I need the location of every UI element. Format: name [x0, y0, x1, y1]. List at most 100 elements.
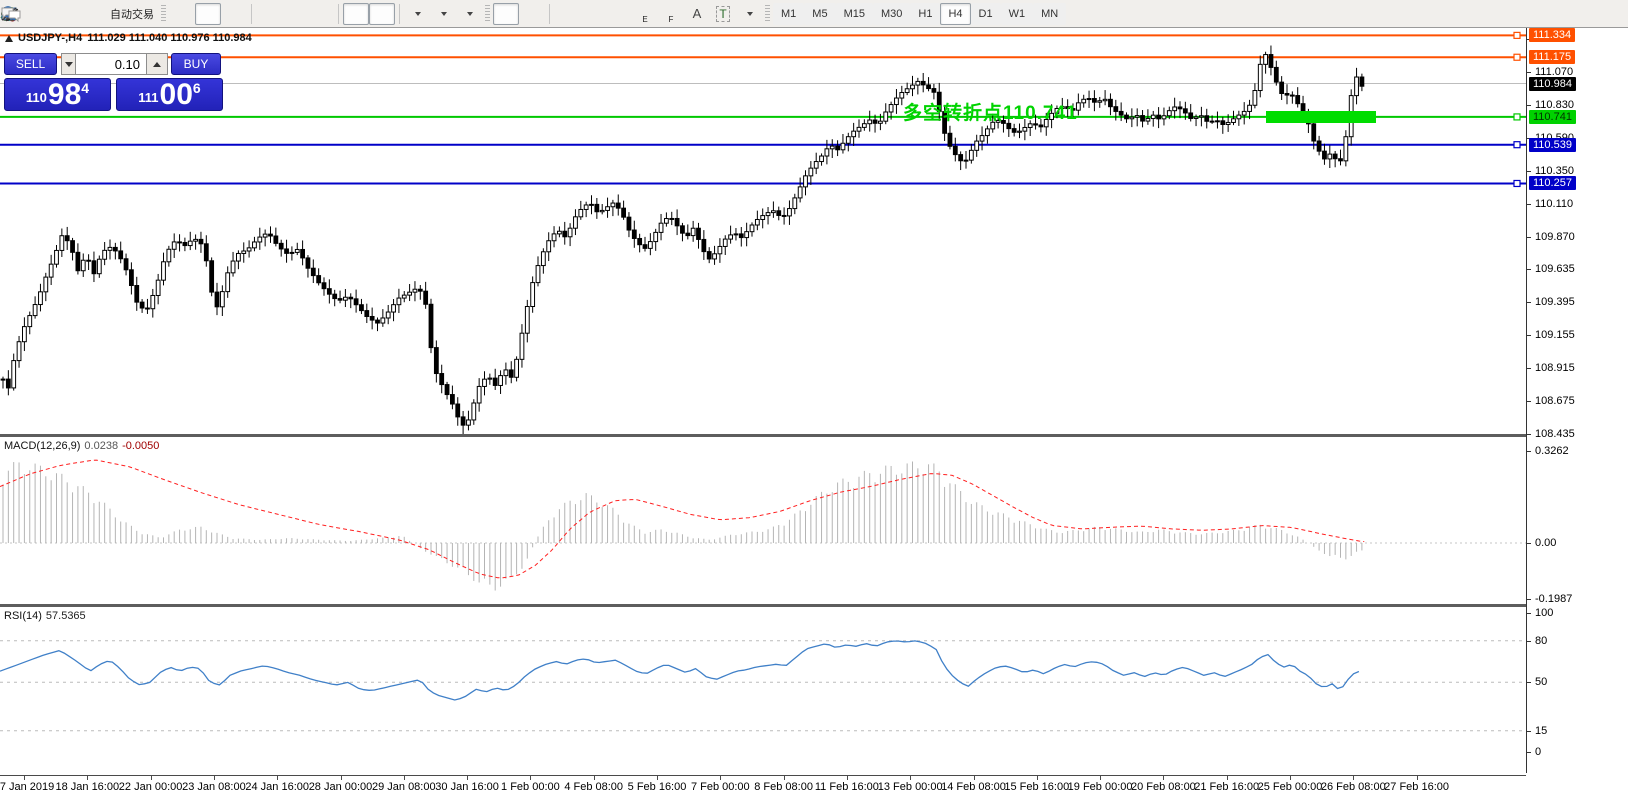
zoom-out-button[interactable] [282, 3, 308, 25]
pivot-annotation-text: 多空转折点110.741 [903, 98, 1078, 125]
timeframe-button-h1[interactable]: H1 [910, 3, 940, 25]
timeframe-button-m30[interactable]: M30 [873, 3, 910, 25]
time-tick-mark [341, 776, 342, 780]
buy-label: BUY [184, 57, 209, 71]
timeframe-button-d1[interactable]: D1 [971, 3, 1001, 25]
trendline-tool-button[interactable] [606, 3, 632, 25]
buy-price-pip: 6 [193, 80, 201, 96]
rsi-axis-label: 15 [1535, 725, 1547, 737]
market-watch-button[interactable] [28, 3, 54, 25]
horizontal-line-tool-button[interactable] [580, 3, 606, 25]
price-level-label: 110.539 [1529, 138, 1576, 152]
price-tick-label: 109.155 [1535, 329, 1575, 341]
toolbar-separator [338, 4, 339, 24]
toolbar-grip [485, 5, 490, 23]
volume-decrease-button[interactable] [61, 53, 76, 75]
macd-axis-label: 0.3262 [1535, 445, 1569, 457]
price-tick-label: 109.395 [1535, 296, 1575, 308]
chevron-down-icon [415, 12, 421, 16]
price-tick-label: 111.070 [1535, 66, 1573, 78]
vertical-line-tool-button[interactable] [554, 3, 580, 25]
symbol-timeframe-label: USDJPY-,H4 [18, 32, 82, 44]
timeframe-group: M1M5M15M30H1H4D1W1MN [773, 3, 1066, 25]
time-tick-mark [277, 776, 278, 780]
timeframe-button-h4[interactable]: H4 [940, 3, 970, 25]
panel-separator[interactable] [0, 604, 1526, 607]
text-label-tool-button[interactable]: T [710, 3, 736, 25]
time-tick-mark [784, 776, 785, 780]
time-tick-mark [910, 776, 911, 780]
time-axis-label: 22 Jan 00:00 [119, 781, 183, 793]
chat-bubbles-icon [0, 5, 22, 22]
search-button[interactable] [1570, 3, 1596, 25]
zoom-in-button[interactable] [256, 3, 282, 25]
price-tick-mark [1527, 335, 1531, 336]
rsi-value: 57.5365 [46, 610, 86, 622]
price-tick-label: 110.110 [1535, 198, 1573, 210]
text-tool-icon: A [693, 6, 702, 21]
price-tick-label: 108.915 [1535, 362, 1575, 374]
chart-shift-button[interactable] [369, 3, 395, 25]
time-tick-mark [1163, 776, 1164, 780]
signals-button[interactable] [80, 3, 106, 25]
text-tool-button[interactable]: A [684, 3, 710, 25]
chart-area[interactable]: USDJPY-,H4 111.029 111.040 110.976 110.9… [0, 28, 1526, 773]
time-tick-mark [151, 776, 152, 780]
timeframe-button-m5[interactable]: M5 [804, 3, 835, 25]
buy-price-display[interactable]: 111 00 6 [116, 78, 223, 111]
rsi-axis-label: 100 [1535, 607, 1553, 619]
rsi-tick-mark [1527, 752, 1531, 753]
auto-scroll-button[interactable] [343, 3, 369, 25]
channel-tool-button[interactable]: E [632, 3, 658, 25]
templates-button[interactable] [456, 3, 482, 25]
timeframe-button-m15[interactable]: M15 [836, 3, 873, 25]
green-zone-rectangle[interactable] [1266, 111, 1376, 123]
price-tick-mark [1527, 368, 1531, 369]
bar-chart-button[interactable] [169, 3, 195, 25]
toolbar-grip [765, 5, 770, 23]
volume-input[interactable] [76, 53, 146, 75]
time-axis-label: 24 Jan 16:00 [245, 781, 309, 793]
chat-button[interactable] [1596, 3, 1622, 25]
timeframe-button-mn[interactable]: MN [1033, 3, 1066, 25]
autotrade-button[interactable]: 自动交易 [106, 3, 158, 25]
tile-windows-button[interactable] [308, 3, 334, 25]
macd-axis-label: 0.00 [1535, 537, 1556, 549]
timeframe-button-m1[interactable]: M1 [773, 3, 804, 25]
sell-button[interactable]: SELL [4, 53, 57, 75]
macd-tick-mark [1527, 599, 1531, 600]
toolbar-separator [251, 4, 252, 24]
fibonacci-tool-button[interactable]: F [658, 3, 684, 25]
indicators-button[interactable] [404, 3, 430, 25]
time-tick-mark [1227, 776, 1228, 780]
time-axis-label: 28 Jan 00:00 [309, 781, 373, 793]
candlestick-chart-button[interactable] [195, 3, 221, 25]
time-axis[interactable]: 17 Jan 201918 Jan 16:0022 Jan 00:0023 Ja… [0, 775, 1526, 802]
terminal-button[interactable] [54, 3, 80, 25]
crosshair-tool-button[interactable] [519, 3, 545, 25]
line-chart-button[interactable] [221, 3, 247, 25]
time-axis-label: 8 Feb 08:00 [754, 781, 813, 793]
buy-button[interactable]: BUY [171, 53, 221, 75]
cursor-tool-button[interactable] [493, 3, 519, 25]
price-tick-mark [1527, 105, 1531, 106]
chevron-down-icon [747, 12, 753, 16]
price-tick-mark [1527, 171, 1531, 172]
volume-increase-button[interactable] [146, 53, 168, 75]
periods-button[interactable] [430, 3, 456, 25]
time-axis-label: 26 Feb 08:00 [1321, 781, 1386, 793]
toolbar: 单 自动交易 [0, 0, 1628, 28]
price-axis[interactable]: 111.305111.070110.830110.590110.350110.1… [1526, 28, 1628, 773]
chevron-down-icon [467, 12, 473, 16]
sell-price-display[interactable]: 110 98 4 [4, 78, 111, 111]
time-axis-label: 20 Feb 08:00 [1131, 781, 1196, 793]
price-tick-mark [1527, 237, 1531, 238]
time-tick-mark [1100, 776, 1101, 780]
price-level-label: 110.257 [1529, 176, 1576, 190]
timeframe-button-w1[interactable]: W1 [1001, 3, 1034, 25]
arrows-tool-button[interactable] [736, 3, 762, 25]
time-axis-label: 15 Feb 16:00 [1004, 781, 1069, 793]
price-tick-mark [1527, 204, 1531, 205]
time-tick-mark [974, 776, 975, 780]
channel-letter: E [642, 15, 647, 24]
